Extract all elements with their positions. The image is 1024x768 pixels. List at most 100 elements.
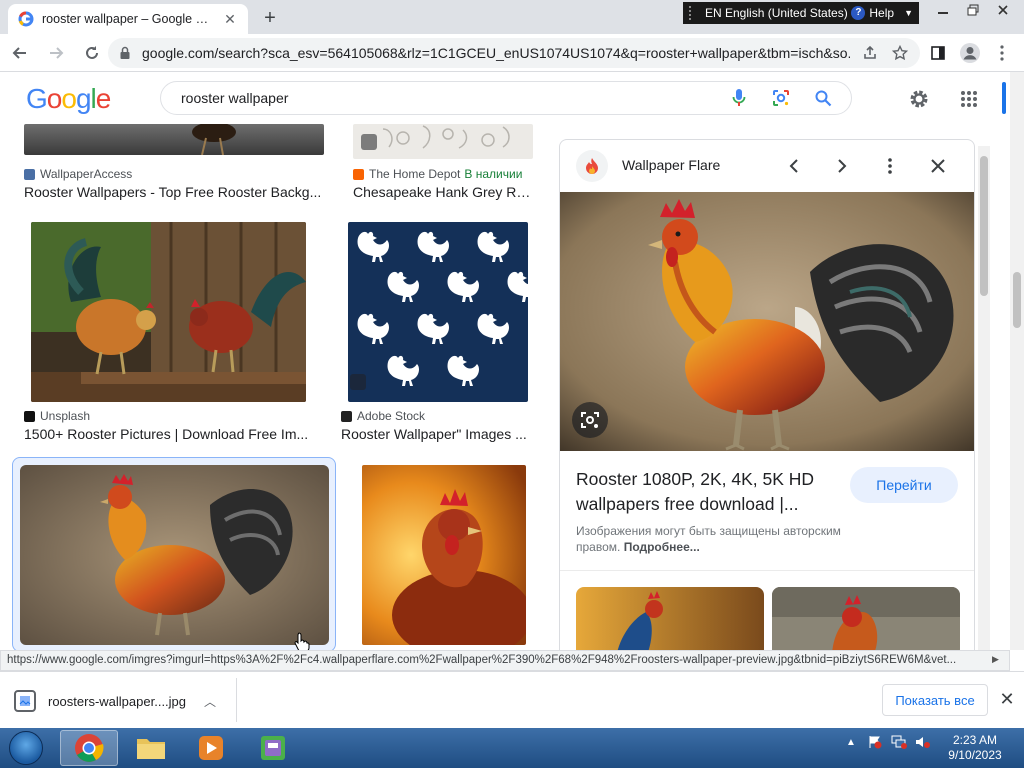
chevron-up-icon[interactable]: ︿ <box>204 693 216 710</box>
taskbar-app[interactable] <box>244 730 302 766</box>
browser-tab[interactable]: rooster wallpaper – Google Поис ✕ <box>8 4 248 34</box>
help-label[interactable]: Help <box>869 6 894 20</box>
minimize-button[interactable] <box>928 0 958 20</box>
search-box[interactable]: rooster wallpaper <box>160 81 852 115</box>
bookmark-star-icon[interactable] <box>890 43 910 63</box>
download-filename[interactable]: roosters-wallpaper....jpg <box>48 694 186 709</box>
scroll-right-arrow-icon[interactable]: ▶ <box>992 654 999 665</box>
page-scroll-thumb[interactable] <box>1013 272 1021 328</box>
search-icon[interactable] <box>811 86 835 110</box>
action-center-flag-icon[interactable] <box>866 734 884 750</box>
in-stock-badge: В наличии <box>464 167 523 181</box>
result-thumbnail[interactable] <box>353 124 533 159</box>
back-button[interactable] <box>4 37 36 69</box>
show-hidden-icons-icon[interactable]: ▲ <box>842 734 860 750</box>
grip-icon[interactable] <box>689 6 697 20</box>
apps-grid-icon[interactable] <box>954 84 984 114</box>
tab-strip: rooster wallpaper – Google Поис ✕ + EN E… <box>0 0 1024 34</box>
menu-kebab-icon[interactable] <box>986 38 1018 68</box>
logo-letter: o <box>46 83 63 114</box>
language-label[interactable]: EN English (United States) <box>705 6 851 20</box>
media-player-icon <box>199 736 223 760</box>
new-tab-button[interactable]: + <box>258 7 282 31</box>
result-thumbnail-selected[interactable] <box>20 465 329 645</box>
image-type-icon <box>350 374 366 390</box>
related-rooster-image <box>576 587 764 650</box>
google-logo[interactable]: Google <box>26 83 112 115</box>
dropdown-arrow-icon[interactable]: ▼ <box>904 8 913 18</box>
related-rooster-image <box>772 587 960 650</box>
rooster-preview-image <box>560 192 974 451</box>
result-title[interactable]: Chesapeake Hank Grey Ro... <box>353 184 533 200</box>
volume-muted-icon[interactable] <box>914 734 932 750</box>
related-image[interactable] <box>576 587 764 650</box>
language-bar[interactable]: EN English (United States) ? Help ▼ <box>683 2 919 24</box>
share-icon[interactable] <box>860 43 880 63</box>
url-text[interactable]: google.com/search?sca_esv=564105068&rlz=… <box>142 45 850 61</box>
lock-icon[interactable] <box>118 46 132 60</box>
two-roosters-image <box>31 222 306 402</box>
result-source: Adobe Stock <box>341 409 425 423</box>
close-window-button[interactable] <box>988 0 1018 20</box>
previous-button[interactable] <box>782 154 806 178</box>
learn-more-link[interactable]: Подробнее... <box>624 540 700 554</box>
result-thumbnail[interactable] <box>24 124 324 155</box>
visual-search-button[interactable] <box>572 402 608 438</box>
result-source: The Home Depot В наличии <box>353 167 522 181</box>
close-download-shelf-icon[interactable]: ✕ <box>996 688 1018 710</box>
forward-button[interactable] <box>40 37 72 69</box>
source-label: The Home Depot <box>369 167 461 181</box>
help-icon[interactable]: ? <box>851 6 866 20</box>
lens-camera-icon[interactable] <box>769 86 793 110</box>
search-query[interactable]: rooster wallpaper <box>181 90 709 106</box>
result-title[interactable]: Rooster Wallpapers - Top Free Rooster Ba… <box>24 184 324 200</box>
result-thumbnail[interactable] <box>362 465 526 645</box>
download-item[interactable]: roosters-wallpaper....jpg ︿ <box>14 684 216 718</box>
taskbar-media-player[interactable] <box>182 730 240 766</box>
close-tab-icon[interactable]: ✕ <box>222 11 238 27</box>
header-actions <box>904 84 1004 114</box>
screen: rooster wallpaper – Google Поис ✕ + EN E… <box>0 0 1024 768</box>
address-bar[interactable]: google.com/search?sca_esv=564105068&rlz=… <box>108 38 920 68</box>
rooster-image-selected <box>20 465 329 645</box>
panel-scroll-thumb[interactable] <box>980 156 988 296</box>
start-button[interactable] <box>4 730 48 766</box>
result-title[interactable]: 1500+ Rooster Pictures | Download Free I… <box>24 426 324 442</box>
product-tag-icon <box>361 134 377 150</box>
lens-icon <box>581 412 599 428</box>
page-scrollbar[interactable] <box>1010 72 1024 650</box>
show-all-downloads-button[interactable]: Показать все <box>882 684 988 716</box>
chrome-icon <box>75 734 104 762</box>
account-button-edge[interactable] <box>1002 82 1006 114</box>
chevron-right-icon <box>838 159 847 173</box>
visit-button[interactable]: Перейти <box>850 467 958 503</box>
source-label: WallpaperAccess <box>40 167 133 181</box>
result-title[interactable]: Rooster Wallpaper" Images ... <box>341 426 531 442</box>
windows-taskbar: ▲ 2:23 AM 9/10/2023 <box>0 728 1024 768</box>
restore-button[interactable] <box>958 0 988 20</box>
preview-image[interactable] <box>560 192 974 451</box>
panel-site-name[interactable]: Wallpaper Flare <box>622 157 720 173</box>
copyright-text: Изображения могут быть защищены авторски… <box>576 524 841 554</box>
taskbar-explorer[interactable] <box>122 730 180 766</box>
browser-toolbar: google.com/search?sca_esv=564105068&rlz=… <box>0 34 1024 72</box>
taskbar-clock[interactable]: 2:23 AM 9/10/2023 <box>940 733 1010 763</box>
more-options-button[interactable] <box>878 154 902 178</box>
next-button[interactable] <box>830 154 854 178</box>
preview-title[interactable]: Rooster 1080P, 2K, 4K, 5K HD wallpapers … <box>576 467 846 517</box>
panel-scrollbar[interactable] <box>978 146 990 650</box>
microphone-icon[interactable] <box>727 86 751 110</box>
network-icon[interactable] <box>890 734 908 750</box>
reload-button[interactable] <box>76 37 108 69</box>
close-panel-button[interactable] <box>926 154 950 178</box>
logo-letter: e <box>95 83 112 114</box>
download-shelf: roosters-wallpaper....jpg ︿ Показать все… <box>0 671 1024 728</box>
profile-avatar-icon[interactable] <box>954 38 986 68</box>
taskbar-chrome[interactable] <box>60 730 118 766</box>
side-panel-icon[interactable] <box>922 38 954 68</box>
result-thumbnail[interactable] <box>31 222 306 402</box>
rooster-image <box>24 124 324 155</box>
related-image[interactable] <box>772 587 960 650</box>
result-thumbnail[interactable] <box>348 222 528 402</box>
settings-gear-icon[interactable] <box>904 84 934 114</box>
